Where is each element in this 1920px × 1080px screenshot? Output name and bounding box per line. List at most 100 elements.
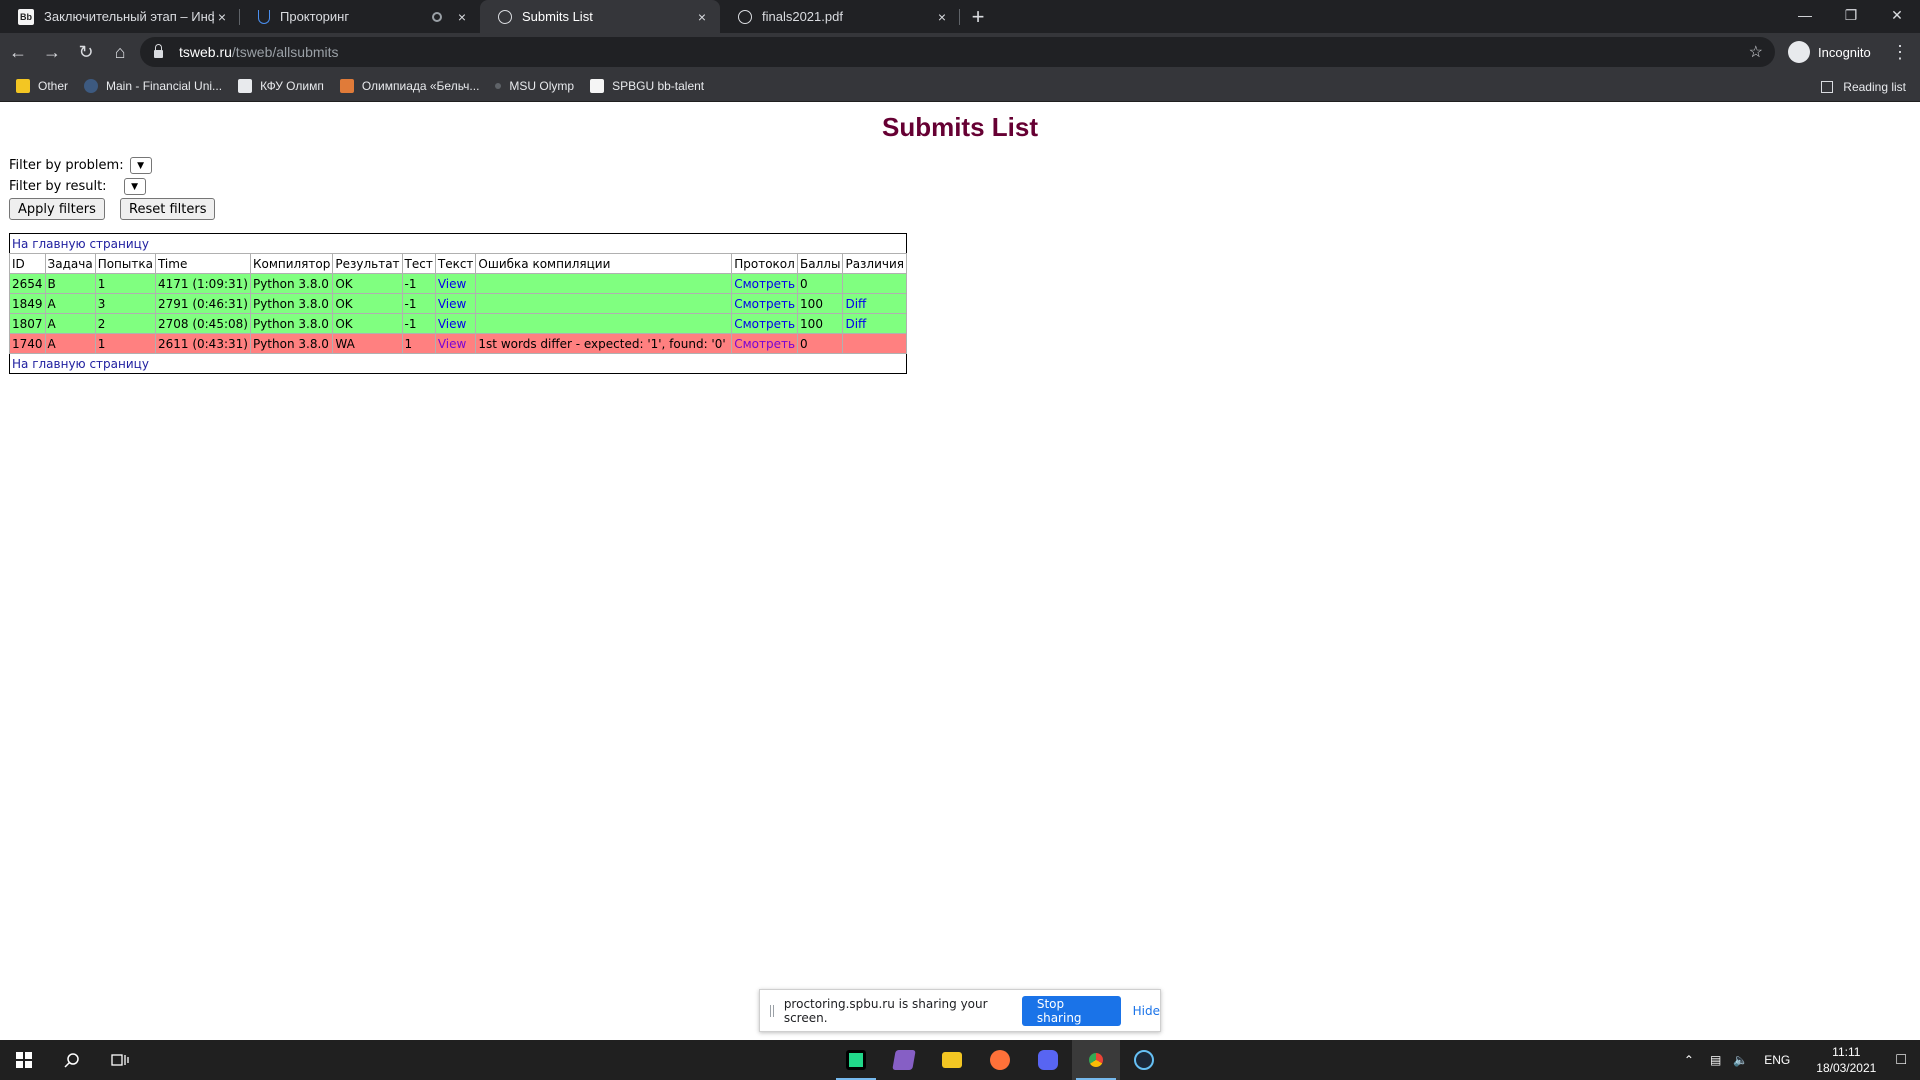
volume-icon[interactable]: 🔈: [1733, 1053, 1748, 1067]
back-arrow-icon[interactable]: ←: [2, 36, 34, 68]
visual-studio-icon[interactable]: [880, 1040, 928, 1080]
cell-result: OK: [332, 293, 403, 314]
pycharm-icon[interactable]: [832, 1040, 880, 1080]
windows-start-icon[interactable]: [0, 1040, 48, 1080]
globe-icon: [738, 9, 752, 24]
cell-result: OK: [332, 273, 403, 294]
close-icon[interactable]: ×: [454, 9, 470, 25]
site-icon: [339, 79, 354, 93]
forward-arrow-icon[interactable]: →: [36, 36, 68, 68]
bookmark-spbgu[interactable]: SPBGU bb-talent: [590, 79, 704, 93]
close-window-icon[interactable]: ✕: [1874, 0, 1920, 30]
windows-taskbar: ⌃ ▤ 🔈 ENG 11:11 18/03/2021 □: [0, 1040, 1920, 1080]
reading-list-button[interactable]: Reading list: [1821, 71, 1906, 102]
home-icon[interactable]: ⌂: [104, 36, 136, 68]
clock-date: 18/03/2021: [1816, 1061, 1877, 1075]
task-view-icon[interactable]: [96, 1040, 144, 1080]
reload-icon[interactable]: ↻: [70, 36, 102, 68]
hide-button[interactable]: Hide: [1133, 1004, 1160, 1018]
menu-dots-icon[interactable]: ⋮: [1888, 37, 1912, 67]
cell-compiler: Python 3.8.0: [249, 273, 334, 294]
protocol-link[interactable]: Смотреть: [734, 277, 795, 291]
main-page-link[interactable]: На главную страницу: [12, 357, 149, 371]
file-explorer-icon[interactable]: [928, 1040, 976, 1080]
protocol-link[interactable]: Смотреть: [734, 317, 795, 331]
incognito-icon: [1788, 41, 1810, 63]
column-header: Ошибка компиляции: [475, 253, 733, 274]
star-icon[interactable]: ☆: [1749, 42, 1763, 62]
cell-error: [475, 313, 733, 334]
tab-proctoring[interactable]: Прокторинг ×: [240, 0, 480, 33]
bookmark-olimpiada[interactable]: Олимпиада «Бельч...: [339, 79, 479, 93]
filter-problem-row: Filter by problem: ▼: [9, 157, 152, 174]
tab-finals-pdf[interactable]: finals2021.pdf ×: [720, 0, 960, 33]
system-tray: ⌃ ▤ 🔈 ENG 11:11 18/03/2021 □: [1674, 1040, 1920, 1080]
cell-task: A: [44, 333, 96, 354]
table-row: 1740 A 1 2611 (0:43:31) Python 3.8.0 WA …: [9, 333, 907, 354]
apply-filters-button[interactable]: Apply filters: [9, 198, 105, 220]
reset-filters-button[interactable]: Reset filters: [120, 198, 216, 220]
bookmark-other[interactable]: Other: [16, 79, 68, 93]
address-bar[interactable]: tsweb.ru /tsweb/allsubmits ☆: [140, 37, 1775, 67]
chrome-icon[interactable]: [1072, 1040, 1120, 1080]
column-header: Текст: [434, 253, 477, 274]
bookmark-kfu[interactable]: КФУ Олимп: [238, 79, 324, 93]
bottom-link-row: На главную страницу: [10, 354, 907, 374]
view-source-link[interactable]: View: [438, 337, 466, 351]
protocol-link[interactable]: Смотреть: [734, 297, 795, 311]
tab-submits-list[interactable]: Submits List ×: [480, 0, 720, 33]
close-icon[interactable]: ×: [934, 9, 950, 25]
bb-favicon-icon: [590, 79, 605, 93]
view-source-link[interactable]: View: [438, 297, 466, 311]
search-icon[interactable]: [48, 1040, 96, 1080]
stop-sharing-button[interactable]: Stop sharing: [1021, 995, 1121, 1026]
firefox-icon[interactable]: [976, 1040, 1024, 1080]
url-host: tsweb.ru: [179, 44, 232, 60]
clock[interactable]: 11:11 18/03/2021: [1816, 1044, 1876, 1076]
shield-icon: [258, 9, 270, 24]
diff-link[interactable]: Diff: [845, 297, 866, 311]
view-source-link[interactable]: View: [438, 317, 466, 331]
filter-result-label: Filter by result:: [9, 179, 107, 194]
notification-icon[interactable]: □: [1896, 1051, 1906, 1069]
incognito-profile-button[interactable]: Incognito: [1788, 37, 1871, 67]
view-source-link[interactable]: View: [438, 277, 466, 291]
filter-result-select[interactable]: ▼: [123, 178, 146, 195]
column-header: Компилятор: [249, 253, 334, 274]
screen-sharing-bar: proctoring.spbu.ru is sharing your scree…: [759, 989, 1161, 1032]
chevron-up-icon[interactable]: ⌃: [1684, 1053, 1694, 1067]
close-icon[interactable]: ×: [694, 9, 710, 25]
tab-title: Submits List: [522, 9, 593, 24]
cell-result: WA: [332, 333, 403, 354]
restore-icon[interactable]: ❐: [1828, 0, 1874, 30]
bb-favicon-icon: Bb: [18, 8, 34, 25]
clock-time: 11:11: [1832, 1045, 1861, 1059]
building-icon: [238, 79, 253, 93]
drag-handle-icon[interactable]: [770, 1004, 774, 1017]
cell-task: A: [44, 313, 96, 334]
window-controls: — ❐ ✕: [1782, 0, 1920, 30]
lock-icon: [154, 44, 163, 58]
cell-score: 100: [797, 313, 844, 334]
cell-test: 1: [401, 333, 436, 354]
minimize-icon[interactable]: —: [1782, 0, 1828, 30]
bookmark-financial-uni[interactable]: Main - Financial Uni...: [84, 79, 222, 93]
close-icon[interactable]: ×: [214, 9, 230, 25]
tab-olymp[interactable]: Bb Заключительный этап – Инфор ×: [0, 0, 240, 33]
cell-test: -1: [401, 293, 436, 314]
protocol-link[interactable]: Смотреть: [734, 337, 795, 351]
new-tab-button[interactable]: +: [960, 0, 996, 33]
filter-problem-select[interactable]: ▼: [129, 157, 152, 174]
tab-separator: [959, 9, 960, 25]
network-icon[interactable]: ▤: [1710, 1053, 1721, 1067]
sharing-message: proctoring.spbu.ru is sharing your scree…: [783, 996, 988, 1025]
cell-compiler: Python 3.8.0: [249, 293, 334, 314]
cell-time: 2611 (0:43:31): [154, 333, 251, 354]
diff-link[interactable]: Diff: [845, 317, 866, 331]
steam-icon[interactable]: [1120, 1040, 1168, 1080]
discord-icon[interactable]: [1024, 1040, 1072, 1080]
cell-attempt: 1: [94, 273, 156, 294]
bookmark-msu[interactable]: MSU Olymp: [495, 79, 574, 93]
language-indicator[interactable]: ENG: [1764, 1053, 1790, 1067]
main-page-link[interactable]: На главную страницу: [12, 237, 149, 251]
